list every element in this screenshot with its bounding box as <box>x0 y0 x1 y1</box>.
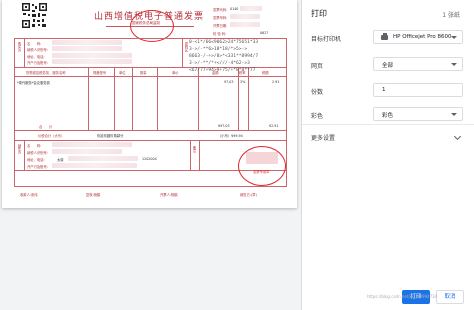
seller-taxid-label: 纳税人识别号: <box>27 151 48 155</box>
item-tax-rate: 3% <box>240 80 246 84</box>
buyer-bank-label: 开户行及账号: <box>27 61 48 65</box>
seller-bank-label: 开户行及账号: <box>27 165 48 169</box>
col-header-spec: 规格型号 <box>93 71 107 75</box>
redacted-seller-bank <box>52 163 137 168</box>
buyer-address-label: 地址、电话: <box>27 55 45 59</box>
header-label-check: 校 验 码: <box>213 32 227 36</box>
redacted-seller-taxid <box>52 149 122 154</box>
seller-address-value: 太原 <box>57 158 64 162</box>
header-value-code: 0140 <box>230 7 239 11</box>
tax-total-small: （小写）¥99.94 <box>218 134 243 138</box>
remarks-value: 1202004 <box>142 157 157 161</box>
col-header-tax: 税额 <box>262 71 269 75</box>
seller-address-label: 地址、电话: <box>27 158 45 162</box>
col-header-rate: 税率 <box>239 71 246 75</box>
more-settings-toggle[interactable]: 更多设置 <box>311 133 335 142</box>
print-preview-area: 山西增值税电子普通发票 国家税务总局监制 发票代码: 0140 发票号码: 开票… <box>0 0 301 310</box>
buyer-name-label: 名 称: <box>27 42 42 46</box>
destination-select[interactable]: HP Officejet Pro 8600 <box>373 30 463 44</box>
seller-side-label: 销售方 <box>17 144 21 154</box>
item-tax: 2.91 <box>272 80 280 84</box>
expand-chevron-icon[interactable] <box>453 132 462 141</box>
invoice-page: 山西增值税电子普通发票 国家税务总局监制 发票代码: 0140 发票号码: 开票… <box>2 0 297 208</box>
header-label-code: 发票代码: <box>213 8 228 12</box>
tax-total-label: 价税合计（大写） <box>38 134 65 138</box>
seller-name-label: 名 称: <box>27 144 42 148</box>
footer-reviewer: 复核:杨鹤 <box>86 193 101 197</box>
settings-separator <box>302 124 474 125</box>
chevron-down-icon <box>451 36 457 39</box>
printer-icon <box>381 33 388 40</box>
tax-total-words: 玖拾玖圆玖角肆分 <box>97 134 124 138</box>
chevron-down-icon <box>451 63 457 66</box>
item-name: *现代服务*会议服务费 <box>17 81 50 85</box>
qr-code-icon <box>21 2 48 29</box>
copies-label: 份数 <box>311 89 324 96</box>
footer-issuer: 开票人:杨鹤 <box>160 193 178 197</box>
buyer-taxid-label: 纳税人识别号: <box>27 48 48 52</box>
redacted-seller-address <box>68 156 138 161</box>
redacted-stamp <box>246 152 278 164</box>
color-label: 彩色 <box>311 113 324 120</box>
blog-watermark: https://blog.csdn.net/qq_40994734 <box>367 294 438 299</box>
redacted-date <box>230 22 260 27</box>
pages-value: 全部 <box>382 63 394 69</box>
footer-payee: 收款人:张伟 <box>20 193 38 197</box>
header-value-check: 0627 <box>260 31 269 35</box>
redacted-buyer-address <box>52 53 132 58</box>
password-ciphertext: 0-<1*/66<9062>24*75651*33 3->/-**6>18*18… <box>189 40 259 73</box>
destination-value: HP Officejet Pro 8600 <box>393 34 452 40</box>
col-header-item: 货物或应税劳务、服务名称 <box>26 71 66 75</box>
cancel-button[interactable]: 取消 <box>436 290 464 304</box>
col-header-unit: 单位 <box>119 71 126 75</box>
remarks-label: 备注 <box>192 146 196 153</box>
col-header-qty: 数量 <box>140 71 147 75</box>
total-amount: ¥97.03 <box>218 124 230 128</box>
redacted-buyer-name <box>52 40 122 45</box>
copies-value: 1 <box>382 87 386 93</box>
total-label: 合 计 <box>39 125 53 129</box>
header-label-number: 发票号码: <box>213 16 228 20</box>
redacted-seller-name <box>52 142 132 147</box>
header-label-date: 开票日期: <box>213 24 228 28</box>
chevron-down-icon <box>451 113 457 116</box>
password-area-label: 密码区 <box>184 42 188 52</box>
destination-label: 目标打印机 <box>311 36 342 43</box>
stamp-label: 发票专用章 <box>253 170 270 174</box>
pages-select[interactable]: 全部 <box>373 57 463 71</box>
buyer-side-label: 购买方 <box>17 42 21 52</box>
redacted-number <box>230 14 260 19</box>
sheet-count: 1 张纸 <box>442 12 460 19</box>
col-header-price: 单价 <box>172 71 179 75</box>
panel-divider <box>301 0 302 310</box>
copies-input[interactable]: 1 <box>373 83 463 97</box>
redacted-buyer-bank <box>52 59 132 64</box>
col-header-amount: 金额 <box>212 71 219 75</box>
redacted-code <box>240 6 262 11</box>
item-amount: 97.03 <box>224 80 234 84</box>
redacted-buyer-taxid <box>52 46 122 51</box>
color-select[interactable]: 彩色 <box>373 107 463 121</box>
footer-seller-seal: 销售方:(章) <box>240 193 257 197</box>
pages-label: 网页 <box>311 63 324 70</box>
print-panel-title: 打印 <box>311 9 327 18</box>
color-value: 彩色 <box>382 113 394 119</box>
total-tax: ¥2.91 <box>269 124 279 128</box>
